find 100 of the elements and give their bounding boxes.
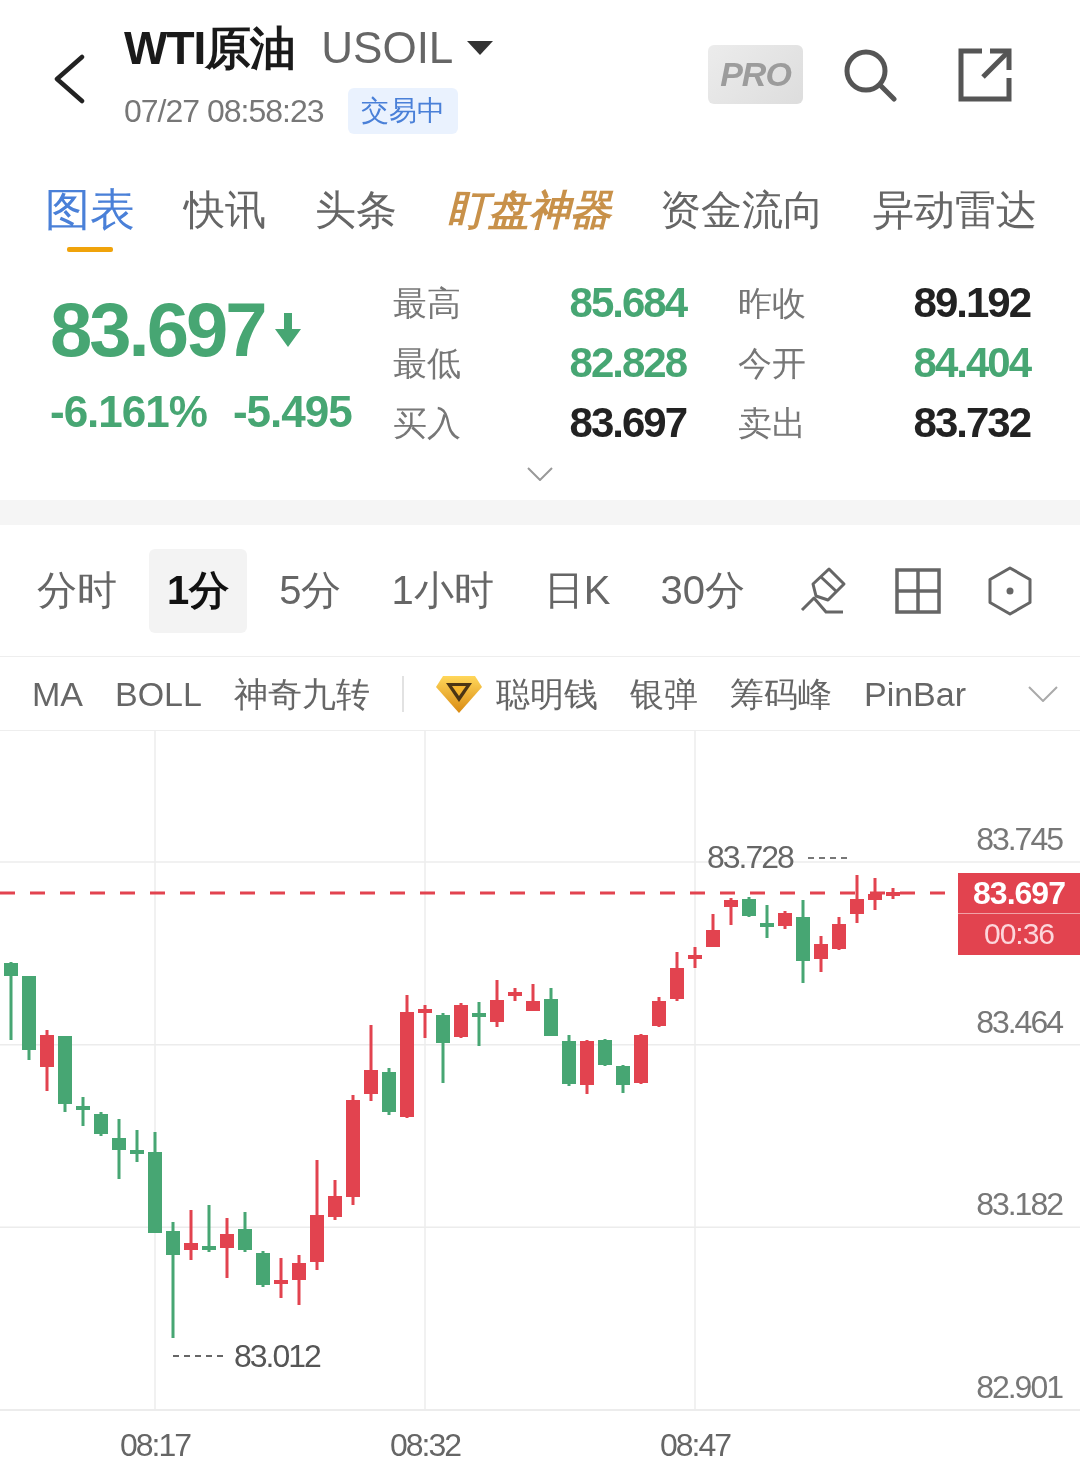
trading-status-badge: 交易中 <box>347 88 458 134</box>
indicator-tab[interactable]: 神奇九转 <box>233 673 370 714</box>
candlestick <box>94 1112 108 1136</box>
countdown-label: 00:36 <box>983 916 1055 952</box>
stat-label: 最高 <box>393 283 461 323</box>
candlestick <box>184 1210 198 1260</box>
quote-timestamp: 07/27 08:58:23 <box>124 92 324 131</box>
period-tab[interactable]: 1小时 <box>373 548 512 633</box>
candlestick <box>634 1034 648 1084</box>
candlestick <box>508 988 522 1001</box>
time-axis-label: 08:32 <box>389 1427 461 1463</box>
layout-button[interactable] <box>895 567 941 614</box>
candlestick <box>670 952 684 1001</box>
candlestick <box>742 897 756 917</box>
indicator-tab[interactable]: 聪明钱 <box>435 673 598 714</box>
candlestick <box>850 875 864 923</box>
share-icon <box>958 47 1012 102</box>
instrument-name: WTI原油 <box>124 21 296 76</box>
candlestick <box>220 1218 234 1278</box>
caret-down-icon <box>467 41 494 55</box>
price-axis-label: 83.182 <box>976 1186 1062 1223</box>
candlestick <box>868 878 882 910</box>
grid-icon <box>895 567 941 614</box>
candlestick <box>490 980 504 1027</box>
price-axis-label: 82.901 <box>976 1369 1062 1405</box>
symbol-dropdown[interactable]: USOIL <box>321 20 494 76</box>
indicator-tab[interactable]: 银弹 <box>629 673 698 714</box>
tab[interactable]: 快讯 <box>184 182 267 252</box>
candlestick <box>328 1180 342 1220</box>
period-tab[interactable]: 分时 <box>19 548 135 633</box>
stat-value: 83.697 <box>569 399 686 447</box>
diamond-icon <box>435 674 482 713</box>
candlestick <box>616 1065 630 1093</box>
stat-value: 85.684 <box>569 279 686 327</box>
candlestick <box>202 1205 216 1252</box>
last-price: 83.697 <box>50 290 265 370</box>
indicator-tab[interactable]: MA <box>32 673 83 714</box>
period-tab[interactable]: 5分 <box>261 548 360 633</box>
stat-value: 82.828 <box>569 339 686 387</box>
candlestick <box>418 1005 432 1038</box>
candlestick <box>526 984 540 1011</box>
time-axis-label: 08:17 <box>119 1427 191 1463</box>
low-price-label: 83.012 <box>234 1338 320 1374</box>
candlestick <box>688 947 702 968</box>
change-percent: -6.161% <box>50 388 207 436</box>
candlestick <box>472 1002 486 1046</box>
tab[interactable]: 异动雷达 <box>872 182 1037 252</box>
price-axis-label: 83.464 <box>976 1003 1062 1040</box>
candlestick <box>562 1035 576 1086</box>
price-axis-label: 83.745 <box>976 821 1062 857</box>
share-button[interactable] <box>958 47 1012 102</box>
stat-label: 今开 <box>738 343 806 383</box>
candlestick <box>130 1130 144 1162</box>
candlestick <box>76 1097 90 1126</box>
hexagon-icon <box>987 565 1033 616</box>
period-tab[interactable]: 日K <box>525 548 629 633</box>
stat-value: 89.192 <box>913 279 1030 327</box>
candlestick <box>112 1119 126 1179</box>
candlestick <box>436 1013 450 1083</box>
stat-value: 83.732 <box>913 399 1030 447</box>
candlestick <box>292 1255 306 1305</box>
chevron-down-icon <box>1028 685 1058 702</box>
candlestick <box>544 988 558 1036</box>
candlestick <box>238 1212 252 1252</box>
back-button[interactable] <box>52 54 86 104</box>
candlestick <box>886 888 900 899</box>
chevron-down-icon <box>527 467 553 481</box>
indicator-tab[interactable]: 筹码峰 <box>729 673 832 714</box>
indicator-tab[interactable]: PinBar <box>863 673 966 714</box>
candlestick <box>760 905 774 938</box>
candlestick <box>274 1258 288 1298</box>
candlestick <box>598 1039 612 1066</box>
hexagon-button[interactable] <box>987 565 1033 616</box>
candlestick <box>382 1068 396 1115</box>
period-tab[interactable]: 30分 <box>642 548 763 633</box>
tab[interactable]: 图表 <box>45 182 135 252</box>
candlestick <box>580 1040 594 1094</box>
candlestick <box>40 1030 54 1091</box>
candlestick <box>256 1251 270 1287</box>
indicator-tab[interactable]: BOLL <box>115 673 202 714</box>
tab[interactable]: 资金流向 <box>659 182 824 252</box>
period-tab[interactable]: 1分 <box>149 548 248 633</box>
candlestick <box>706 914 720 947</box>
candlestick <box>652 997 666 1027</box>
stat-label: 最低 <box>393 343 461 383</box>
last-price-label: 83.697 <box>973 874 1065 913</box>
change-value: -5.495 <box>232 388 352 436</box>
stat-value: 84.404 <box>913 339 1030 387</box>
stat-label: 买入 <box>393 403 461 443</box>
candlestick <box>454 1003 468 1038</box>
candlestick <box>778 911 792 929</box>
search-icon <box>843 47 897 102</box>
search-button[interactable] <box>843 47 897 102</box>
high-price-label: 83.728 <box>707 839 793 875</box>
tab[interactable]: 头条 <box>315 182 398 252</box>
candlestick <box>724 898 738 925</box>
stat-label: 卖出 <box>738 403 806 443</box>
candlestick <box>832 917 846 950</box>
expand-button[interactable] <box>527 467 553 481</box>
stat-label: 昨收 <box>738 283 806 323</box>
